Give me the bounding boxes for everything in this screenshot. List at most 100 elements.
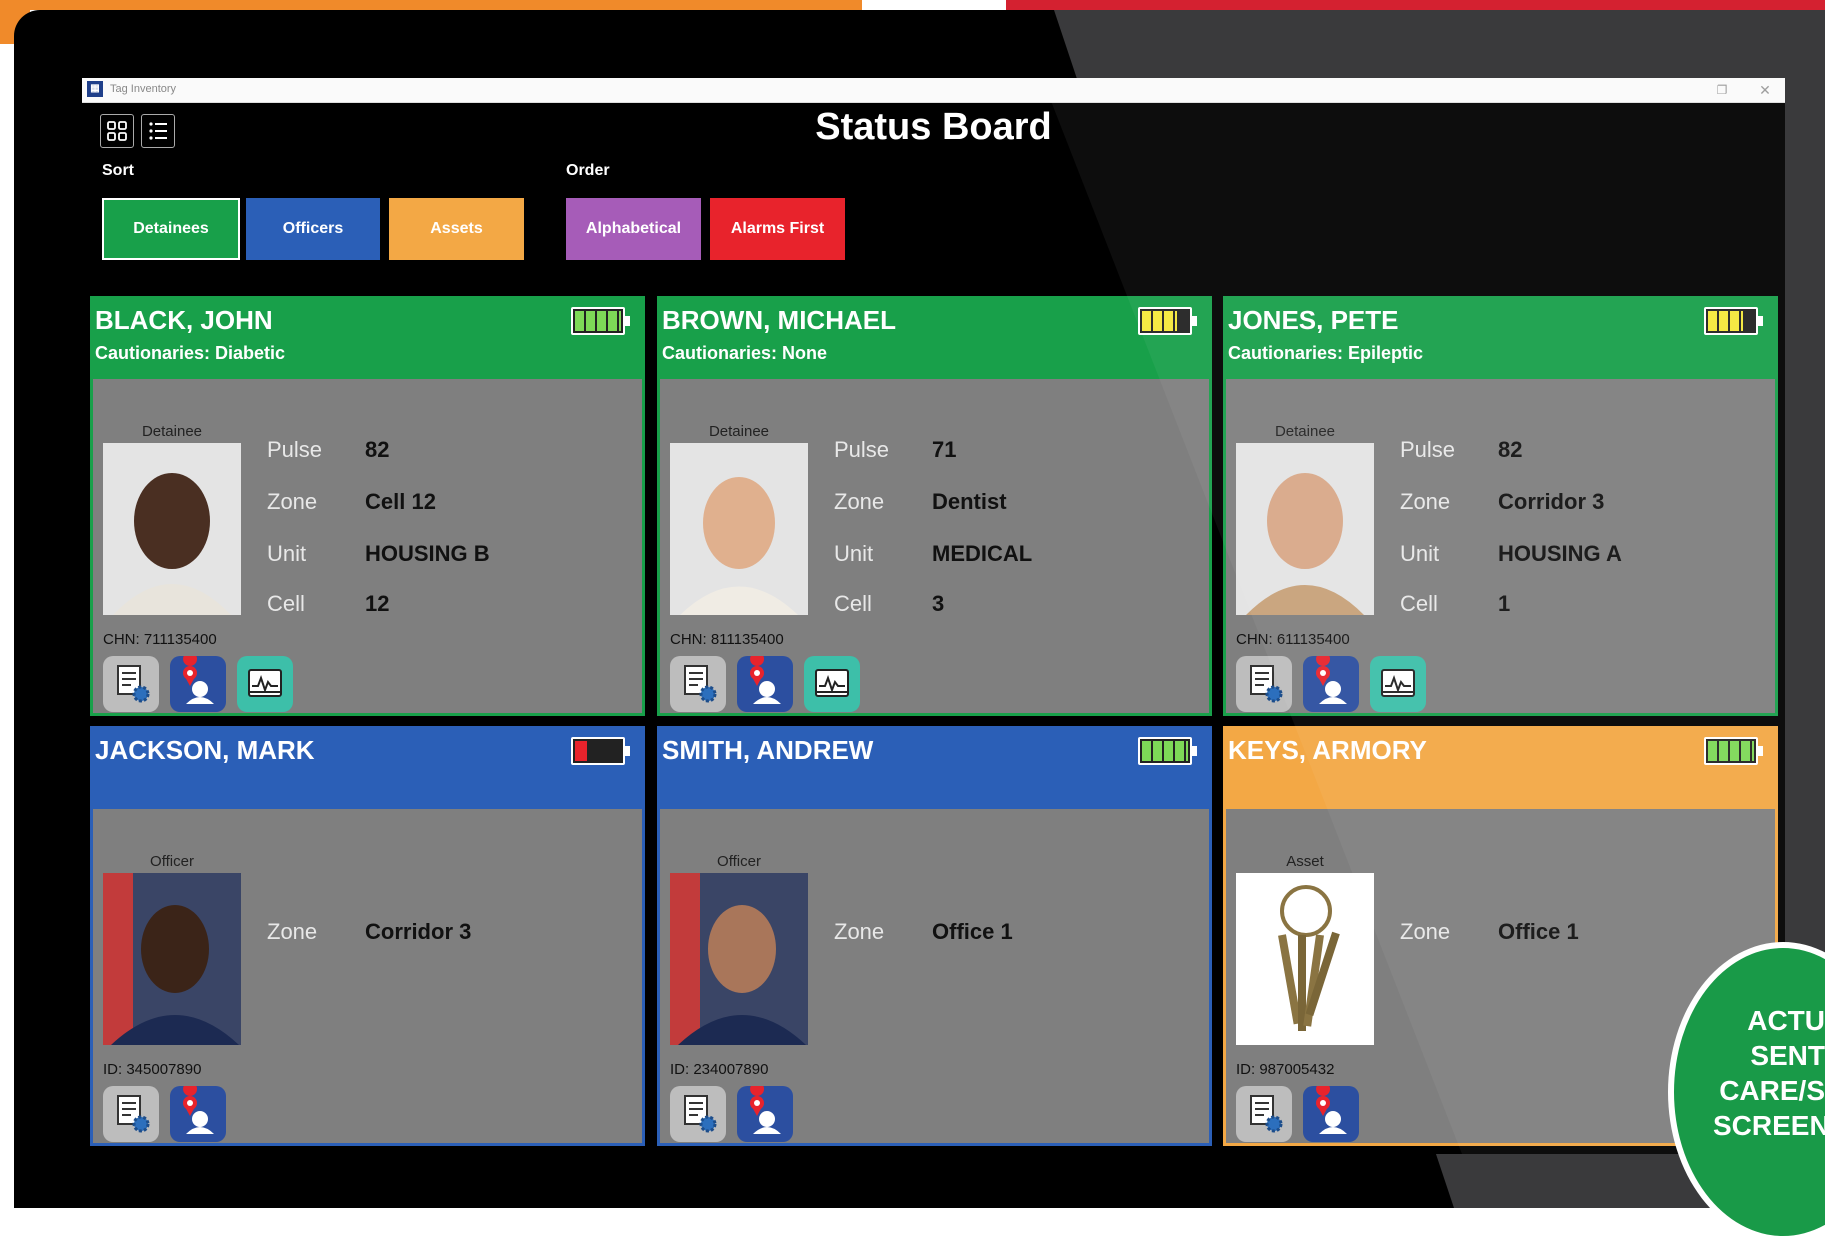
sort-assets-button[interactable]: Assets — [389, 198, 524, 260]
battery-icon — [1704, 737, 1763, 765]
card-id: ID: 987005432 — [1236, 1061, 1335, 1078]
app-window: ▦ Tag Inventory ❐ ✕ Status Board Sort Or… — [82, 78, 1785, 1154]
officer-photo — [670, 873, 808, 1045]
file-settings-icon[interactable] — [103, 656, 159, 712]
location-person-icon[interactable] — [737, 652, 793, 712]
order-alarms-first-button[interactable]: Alarms First — [710, 198, 845, 260]
status-card[interactable]: SMITH, ANDREW Officer ID: 234007890 Zone… — [657, 726, 1212, 1146]
order-alphabetical-button[interactable]: Alphabetical — [566, 198, 701, 260]
field-value: Corridor 3 — [1498, 489, 1605, 514]
field-label: Zone — [1400, 489, 1451, 514]
status-card[interactable]: BROWN, MICHAEL Cautionaries: None Detain… — [657, 296, 1212, 716]
detainee-photo — [1236, 443, 1374, 615]
battery-level — [575, 741, 587, 761]
battery-level — [1708, 311, 1743, 331]
window-title: Tag Inventory — [110, 83, 177, 95]
sort-label: Sort — [102, 162, 134, 179]
restore-icon[interactable]: ❐ — [1712, 80, 1732, 100]
sort-officers-button[interactable]: Officers — [246, 198, 380, 260]
battery-icon — [1138, 737, 1197, 765]
location-person-icon[interactable] — [1303, 652, 1359, 712]
field-value: Dentist — [932, 489, 1007, 514]
battery-icon — [1138, 307, 1197, 335]
status-card[interactable]: JONES, PETE Cautionaries: Epileptic Deta… — [1223, 296, 1778, 716]
battery-level — [1708, 741, 1754, 761]
field-label: Cell — [1400, 591, 1438, 616]
file-settings-icon[interactable] — [1236, 656, 1292, 712]
field-label: Pulse — [1400, 437, 1456, 462]
card-header: KEYS, ARMORY — [1226, 729, 1775, 809]
card-name: JACKSON, MARK — [95, 735, 315, 765]
location-person-icon[interactable] — [737, 1082, 793, 1142]
field-value: MEDICAL — [932, 541, 1033, 566]
detainee-photo — [670, 443, 808, 615]
close-icon[interactable]: ✕ — [1755, 80, 1775, 100]
field-label: Zone — [1400, 919, 1451, 944]
file-settings-icon[interactable] — [1236, 1086, 1292, 1142]
field-value: 12 — [365, 591, 390, 616]
field-label: Unit — [1400, 541, 1440, 566]
field-label: Cell — [834, 591, 872, 616]
location-person-icon[interactable] — [1303, 1082, 1359, 1142]
card-name: BROWN, MICHAEL — [662, 305, 896, 335]
card-role: Asset — [1286, 853, 1324, 870]
field-value: 71 — [932, 437, 957, 462]
field-label: Unit — [834, 541, 874, 566]
field-label: Pulse — [267, 437, 323, 462]
battery-icon — [1704, 307, 1763, 335]
card-id: CHN: 811135400 — [670, 631, 784, 648]
field-value: Cell 12 — [365, 489, 436, 514]
keys-photo — [1236, 873, 1374, 1045]
file-settings-icon[interactable] — [670, 656, 726, 712]
field-label: Pulse — [834, 437, 890, 462]
battery-level — [575, 311, 621, 331]
health-monitor-icon[interactable] — [1370, 656, 1426, 712]
card-name: KEYS, ARMORY — [1228, 735, 1427, 765]
status-card[interactable]: BLACK, JOHN Cautionaries: Diabetic Detai… — [90, 296, 645, 716]
promo-badge-text: ACTU SENT CARE/S SCREEN — [1713, 1003, 1825, 1143]
card-header: BROWN, MICHAEL Cautionaries: None — [660, 299, 1209, 379]
card-header: JONES, PETE Cautionaries: Epileptic — [1226, 299, 1775, 379]
page-title: Status Board — [815, 106, 1052, 148]
badge-line: SENT — [1750, 1040, 1825, 1071]
card-name: JONES, PETE — [1228, 305, 1399, 335]
field-value: 1 — [1498, 591, 1511, 616]
health-monitor-icon[interactable] — [237, 656, 293, 712]
grid-app-icon: ▦ — [87, 81, 103, 97]
battery-icon — [571, 737, 630, 765]
card-header: BLACK, JOHN Cautionaries: Diabetic — [93, 299, 642, 379]
card-cautionaries: Cautionaries: None — [662, 343, 828, 363]
card-role: Officer — [717, 853, 761, 870]
field-label: Zone — [267, 919, 318, 944]
battery-icon — [571, 307, 630, 335]
card-name: SMITH, ANDREW — [662, 735, 874, 765]
card-cautionaries: Cautionaries: Epileptic — [1228, 343, 1424, 363]
detainee-photo — [103, 443, 241, 615]
field-label: Zone — [834, 489, 885, 514]
brand-stripe-orange — [0, 0, 862, 10]
status-card[interactable]: JACKSON, MARK Officer ID: 345007890 Zone… — [90, 726, 645, 1146]
card-role: Detainee — [1274, 423, 1336, 440]
field-value: HOUSING A — [1498, 541, 1622, 566]
battery-level — [1142, 311, 1177, 331]
file-settings-icon[interactable] — [103, 1086, 159, 1142]
officer-photo — [103, 873, 241, 1045]
field-label: Unit — [267, 541, 307, 566]
field-value: 3 — [932, 591, 945, 616]
order-label: Order — [566, 162, 610, 179]
location-person-icon[interactable] — [170, 1082, 226, 1142]
file-settings-icon[interactable] — [670, 1086, 726, 1142]
sort-detainees-button[interactable]: Detainees — [102, 198, 240, 260]
field-value: Corridor 3 — [365, 919, 472, 944]
card-role: Detainee — [708, 423, 770, 440]
field-value: Office 1 — [932, 919, 1013, 944]
location-person-icon[interactable] — [170, 652, 226, 712]
field-value: HOUSING B — [365, 541, 490, 566]
card-name: BLACK, JOHN — [95, 305, 273, 335]
brand-stripe-red — [1006, 0, 1825, 10]
health-monitor-icon[interactable] — [804, 656, 860, 712]
card-header: JACKSON, MARK — [93, 729, 642, 809]
card-role: Officer — [150, 853, 194, 870]
field-value: 82 — [1498, 437, 1523, 462]
card-id: ID: 345007890 — [103, 1061, 202, 1078]
